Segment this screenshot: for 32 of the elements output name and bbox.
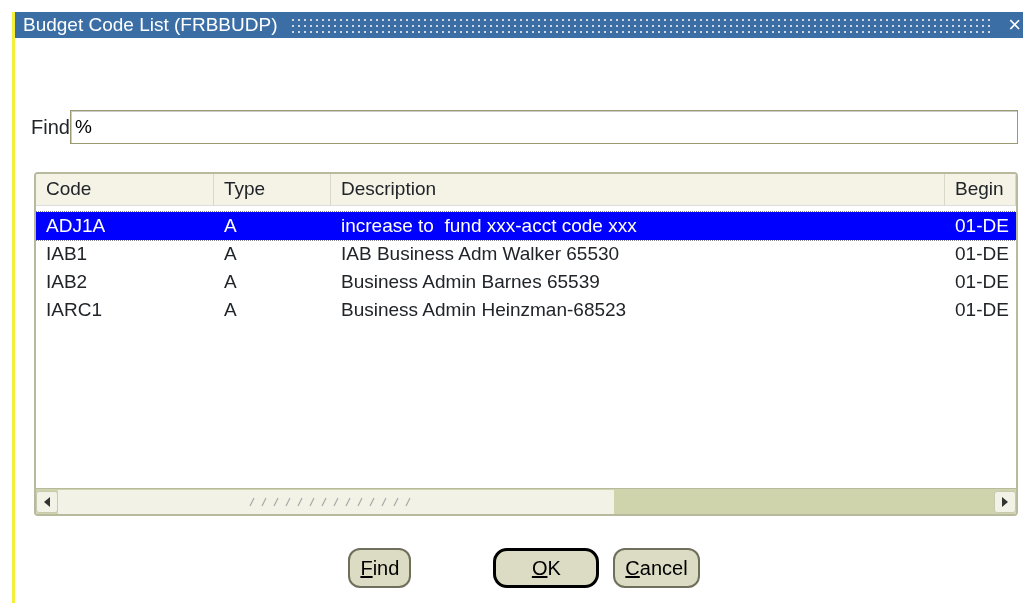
table-cell-text: A [223, 241, 238, 266]
table-cell-text: IAB1 [45, 241, 89, 266]
table-cell-text: increase to fund xxx-acct code xxx [340, 213, 638, 238]
column-header[interactable]: Code [36, 174, 214, 205]
table-cell-text: IAB Business Adm Walker 65530 [340, 241, 621, 266]
table-cell-text: IAB2 [45, 269, 89, 294]
table-cell-text: ADJ1A [45, 213, 107, 238]
table-cell-text: 01-DE [954, 269, 1010, 294]
table-cell-text: Business Admin Barnes 65539 [340, 269, 601, 294]
ok-button[interactable]: OK [493, 548, 600, 588]
find-label: Find [31, 115, 70, 140]
table-cell-text: Business Admin Heinzman-68523 [340, 297, 628, 322]
column-header[interactable]: Description [331, 174, 945, 205]
table-cell-text: A [223, 269, 238, 294]
scroll-thumb[interactable] [58, 489, 614, 514]
column-header[interactable]: Begin [945, 174, 1016, 205]
table-cell-text: 01-DE [954, 297, 1010, 322]
column-header[interactable]: Type [214, 174, 331, 205]
scroll-left-icon[interactable] [36, 490, 58, 513]
scroll-right-icon[interactable] [994, 490, 1016, 513]
horizontal-scrollbar[interactable] [36, 488, 1016, 514]
table-cell-text: IARC1 [45, 297, 103, 322]
selected-row[interactable]: ADJ1A A increase to fund xxx-acct code xxx 01-DE [36, 212, 1016, 240]
table-cell-text: A [223, 213, 238, 238]
table-cell-text: 01-DE [954, 213, 1010, 238]
table-cell-text: A [223, 297, 238, 322]
window-title: Budget Code List (FRBBUDP) [23, 12, 278, 37]
cancel-button[interactable]: Cancel [613, 548, 700, 588]
find-field[interactable]: % [69, 110, 1018, 144]
close-button[interactable]: × [1002, 13, 1023, 37]
find-button[interactable]: Find [348, 548, 412, 588]
table-cell-text: 01-DE [954, 241, 1010, 266]
